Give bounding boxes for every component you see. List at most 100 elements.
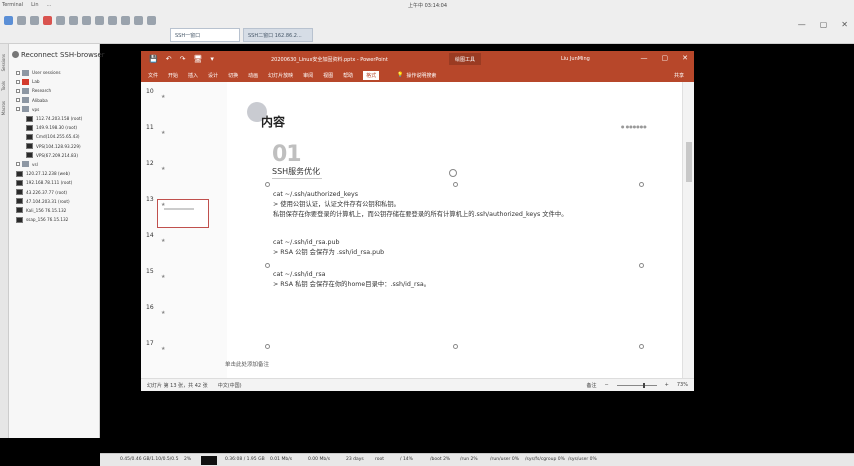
sidebar-item[interactable]: 43.226.37.77 (root) bbox=[12, 187, 100, 196]
save-icon[interactable]: 💾 bbox=[149, 55, 158, 63]
selection-handle[interactable] bbox=[639, 263, 644, 268]
close-icon[interactable]: ✕ bbox=[841, 20, 848, 29]
ppt-minimize-icon[interactable]: — bbox=[641, 54, 648, 62]
sidebar-item[interactable]: Cmd(104.255.65.43) bbox=[12, 132, 100, 141]
selection-handle[interactable] bbox=[639, 344, 644, 349]
help-icon[interactable] bbox=[147, 16, 156, 25]
undo-icon[interactable]: ↶ bbox=[166, 55, 172, 63]
selection-handle[interactable] bbox=[453, 182, 458, 187]
zoom-out-icon[interactable]: − bbox=[604, 382, 608, 388]
language-indicator[interactable]: 中文(中国) bbox=[218, 382, 242, 389]
slide-number[interactable]: 12 bbox=[146, 160, 154, 167]
redo-icon[interactable]: ↷ bbox=[180, 55, 186, 63]
ribbon-tab[interactable]: 帮助 bbox=[343, 72, 353, 79]
host-tab-1[interactable]: SSH一窗口 bbox=[170, 28, 240, 42]
zoom-level[interactable]: 73% bbox=[677, 382, 688, 388]
expand-icon[interactable] bbox=[16, 162, 20, 167]
ribbon-tab[interactable]: 审阅 bbox=[303, 72, 313, 79]
menu-item-more[interactable]: ... bbox=[46, 2, 51, 8]
ppt-maximize-icon[interactable]: ▢ bbox=[662, 54, 669, 62]
settings-icon[interactable] bbox=[134, 16, 143, 25]
ribbon-tab[interactable]: 开始 bbox=[168, 72, 178, 79]
notes-placeholder[interactable]: 单击此处添加备注 bbox=[225, 360, 680, 368]
ribbon-tab[interactable]: 幻灯片放映 bbox=[268, 72, 293, 79]
user-name[interactable]: Liu JunMing bbox=[561, 56, 590, 62]
slide-number[interactable]: 11 bbox=[146, 124, 154, 131]
packages-icon[interactable] bbox=[121, 16, 130, 25]
view-icon[interactable] bbox=[69, 16, 78, 25]
games-icon[interactable] bbox=[43, 16, 52, 25]
multiexec-icon[interactable] bbox=[95, 16, 104, 25]
zoom-in-icon[interactable]: + bbox=[665, 382, 669, 388]
expand-icon[interactable] bbox=[16, 88, 20, 93]
ribbon-tab[interactable]: 插入 bbox=[188, 72, 198, 79]
host-tab-2[interactable]: SSH二窗口 162.86.2... bbox=[243, 28, 313, 42]
sidebar-item[interactable]: 192.168.78.111 (root) bbox=[12, 178, 100, 187]
zoom-slider[interactable] bbox=[616, 382, 657, 388]
sidebar-item[interactable]: vps bbox=[12, 105, 100, 114]
tell-me-search[interactable]: 💡 操作说明搜索 bbox=[397, 72, 436, 79]
expand-icon[interactable] bbox=[16, 98, 20, 103]
maximize-icon[interactable]: ▢ bbox=[820, 20, 828, 29]
slide-number[interactable]: 17 bbox=[146, 340, 154, 347]
sidebar-item[interactable]: Lab bbox=[12, 77, 100, 86]
tools-icon[interactable] bbox=[30, 16, 39, 25]
slide-canvas[interactable]: 内容 ● ●●●●●● 01 SSH服务优化 cat ~/.ssh/author… bbox=[225, 82, 682, 378]
tab-tools[interactable]: Tools bbox=[1, 81, 6, 91]
sidebar-title[interactable]: Reconnect SSH-browser bbox=[12, 51, 105, 59]
expand-icon[interactable] bbox=[16, 107, 20, 112]
sidebar-item[interactable]: Kali_156 76.15.132 bbox=[12, 206, 100, 215]
split-icon[interactable] bbox=[82, 16, 91, 25]
drawing-tools-tab[interactable]: 绘图工具 bbox=[449, 53, 482, 65]
text-block-2[interactable]: cat ~/.ssh/id_rsa.pub > RSA 公钥 会保存为 .ssh… bbox=[273, 238, 384, 258]
expand-icon[interactable] bbox=[16, 79, 20, 84]
sidebar-item[interactable]: Alibaba bbox=[12, 96, 100, 105]
rotate-handle[interactable] bbox=[449, 169, 457, 177]
present-icon[interactable]: 🖥 bbox=[193, 55, 202, 63]
sidebar-item[interactable]: User sessions bbox=[12, 68, 100, 77]
tab-macros[interactable]: Macros bbox=[1, 101, 6, 115]
sidebar-item[interactable]: VPS(67.209.214.83) bbox=[12, 151, 100, 160]
new-session-icon[interactable] bbox=[4, 16, 13, 25]
expand-icon[interactable] bbox=[16, 70, 20, 75]
minimize-icon[interactable]: — bbox=[798, 20, 806, 29]
slide-number[interactable]: 16 bbox=[146, 304, 154, 311]
ribbon-tab[interactable]: 文件 bbox=[148, 72, 158, 79]
text-block-1[interactable]: cat ~/.ssh/authorized_keys > 使用公钥认证，认证文件… bbox=[273, 190, 568, 220]
sidebar-item[interactable]: VPS(104.128.93.229) bbox=[12, 142, 100, 151]
sessions-icon[interactable] bbox=[56, 16, 65, 25]
selection-handle[interactable] bbox=[265, 263, 270, 268]
sidebar-item[interactable]: 47.104.203.31 (root) bbox=[12, 197, 100, 206]
slide-heading[interactable]: 内容 bbox=[261, 113, 285, 130]
ribbon-tab[interactable]: 视图 bbox=[323, 72, 333, 79]
notes-button[interactable]: 备注 bbox=[586, 382, 596, 389]
selection-handle[interactable] bbox=[453, 344, 458, 349]
scroll-thumb[interactable] bbox=[686, 142, 692, 182]
vertical-scrollbar[interactable] bbox=[682, 82, 694, 378]
menu-item-lin[interactable]: Lin bbox=[31, 2, 38, 8]
ribbon-tab[interactable]: 动画 bbox=[248, 72, 258, 79]
customize-icon[interactable]: ▾ bbox=[210, 55, 214, 63]
slide-number[interactable]: 14 bbox=[146, 232, 154, 239]
selection-handle[interactable] bbox=[639, 182, 644, 187]
ribbon-tab[interactable]: 设计 bbox=[208, 72, 218, 79]
ribbon-tab[interactable]: 切换 bbox=[228, 72, 238, 79]
selection-handle[interactable] bbox=[265, 182, 270, 187]
sidebar-item[interactable]: 120.27.12.238 (web) bbox=[12, 169, 100, 178]
sidebar-item[interactable]: ssap_156 76.15.132 bbox=[12, 215, 100, 224]
slide-number[interactable]: 13 bbox=[146, 196, 154, 203]
ribbon-tab[interactable]: 格式 bbox=[363, 70, 380, 80]
section-title[interactable]: SSH服务优化 bbox=[272, 166, 320, 177]
tunneling-icon[interactable] bbox=[108, 16, 117, 25]
selection-handle[interactable] bbox=[265, 344, 270, 349]
ppt-close-icon[interactable]: ✕ bbox=[682, 54, 688, 62]
servers-icon[interactable] bbox=[17, 16, 26, 25]
tab-sessions[interactable]: Sessions bbox=[1, 54, 6, 71]
section-number[interactable]: 01 bbox=[272, 142, 302, 167]
sidebar-item[interactable]: vsl bbox=[12, 160, 100, 169]
sidebar-item[interactable]: Research bbox=[12, 86, 100, 95]
menu-item-terminal[interactable]: Terminal bbox=[2, 2, 23, 8]
slide-number[interactable]: 15 bbox=[146, 268, 154, 275]
share-button[interactable]: 共享 bbox=[674, 72, 684, 79]
slide-number[interactable]: 10 bbox=[146, 88, 154, 95]
